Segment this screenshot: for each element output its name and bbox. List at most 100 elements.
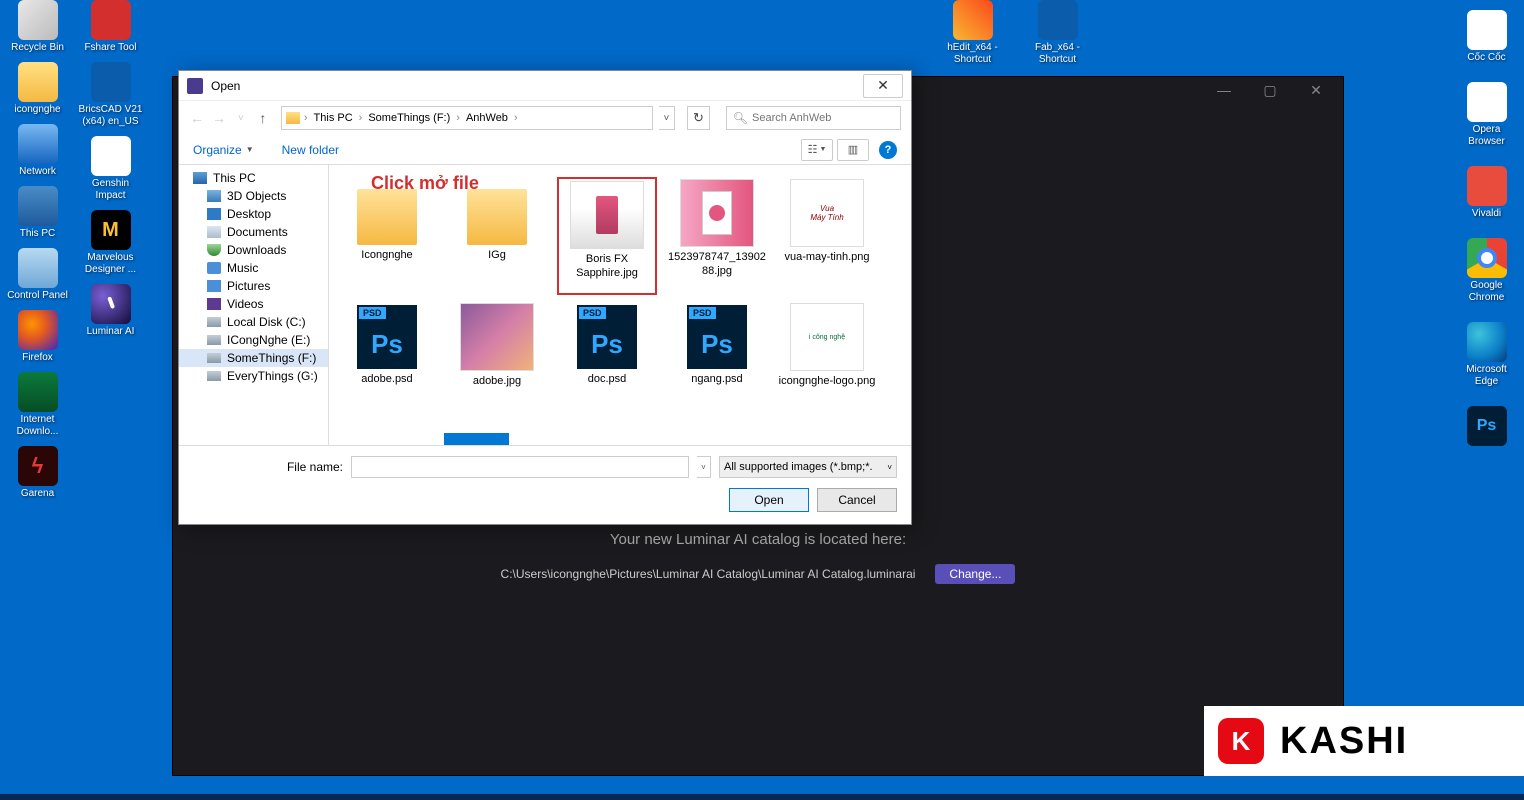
desktop-icon[interactable]: Google Chrome bbox=[1454, 238, 1519, 304]
tree-item[interactable]: 3D Objects bbox=[179, 187, 328, 205]
desktop-icon-label: Marvelous Designer ... bbox=[78, 252, 143, 276]
maximize-button[interactable]: ▢ bbox=[1247, 77, 1293, 103]
folder-tree[interactable]: This PC 3D Objects Desktop Documents Downloa… bbox=[179, 165, 329, 445]
desktop-icon-image bbox=[18, 186, 58, 226]
file-item[interactable]: 1523978747_1390288.jpg bbox=[667, 177, 767, 295]
breadcrumb-item[interactable]: This PC bbox=[312, 110, 355, 126]
tree-item[interactable]: Videos bbox=[179, 295, 328, 313]
file-item[interactable]: adobe.jpg bbox=[447, 301, 547, 419]
file-label: icongnghe-logo.png bbox=[779, 375, 876, 389]
view-mode-button[interactable]: ☷ ▼ bbox=[801, 139, 833, 161]
desktop-icon[interactable]: hEdit_x64 - Shortcut bbox=[940, 0, 1005, 66]
desktop-icon-label: Microsoft Edge bbox=[1454, 364, 1519, 388]
desktop-icon[interactable]: Luminar AI bbox=[78, 284, 143, 338]
tree-item-label: Documents bbox=[227, 225, 288, 239]
file-item[interactable]: Psngang.psd bbox=[667, 301, 767, 419]
tree-item-icon bbox=[207, 226, 221, 238]
desktop-icon[interactable]: Network bbox=[5, 124, 70, 178]
nav-forward-button[interactable]: → bbox=[211, 107, 227, 129]
desktop-icon[interactable]: Fab_x64 - Shortcut bbox=[1025, 0, 1090, 66]
tree-item[interactable]: Desktop bbox=[179, 205, 328, 223]
tree-item[interactable]: Downloads bbox=[179, 241, 328, 259]
desktop-icon[interactable]: Internet Downlo... bbox=[5, 372, 70, 438]
desktop-icon[interactable]: icongnghe bbox=[5, 62, 70, 116]
help-button[interactable]: ? bbox=[879, 141, 897, 159]
tree-item-label: SomeThings (F:) bbox=[227, 351, 316, 365]
desktop-icon[interactable]: This PC bbox=[5, 186, 70, 240]
desktop-icon[interactable]: Recycle Bin bbox=[5, 0, 70, 54]
breadcrumb[interactable]: › This PC › SomeThings (F:) › AnhWeb › bbox=[281, 106, 653, 130]
filename-input[interactable] bbox=[351, 456, 689, 478]
file-item[interactable]: IGg bbox=[447, 177, 547, 295]
tree-item[interactable]: Music bbox=[179, 259, 328, 277]
file-list[interactable]: Click mở file IcongngheIGgBoris FX Sapph… bbox=[329, 165, 911, 445]
dialog-close-button[interactable]: ✕ bbox=[863, 74, 903, 98]
file-label: doc.psd bbox=[588, 373, 627, 387]
desktop-icon[interactable]: Microsoft Edge bbox=[1454, 322, 1519, 388]
tree-item-label: 3D Objects bbox=[227, 189, 286, 203]
breadcrumb-dropdown[interactable]: ˅ bbox=[659, 106, 675, 130]
taskbar bbox=[0, 794, 1524, 800]
tree-item[interactable]: EveryThings (G:) bbox=[179, 367, 328, 385]
file-label: 1523978747_1390288.jpg bbox=[667, 251, 767, 279]
tree-item[interactable]: This PC bbox=[179, 169, 328, 187]
preview-pane-button[interactable]: ▥ bbox=[837, 139, 869, 161]
tree-item-label: This PC bbox=[213, 171, 256, 185]
luminar-catalog-text: Your new Luminar AI catalog is located h… bbox=[610, 531, 906, 548]
change-button[interactable]: Change... bbox=[935, 564, 1015, 584]
close-button[interactable]: ✕ bbox=[1293, 77, 1339, 103]
desktop-icon-image bbox=[18, 62, 58, 102]
tree-item-icon bbox=[207, 298, 221, 310]
filename-history-dropdown[interactable]: ˅ bbox=[697, 456, 711, 478]
tree-item[interactable]: ICongNghe (E:) bbox=[179, 331, 328, 349]
desktop-icon-image bbox=[1467, 322, 1507, 362]
breadcrumb-item[interactable]: SomeThings (F:) bbox=[366, 110, 452, 126]
file-item[interactable]: Boris FX Sapphire.jpg bbox=[557, 177, 657, 295]
search-input[interactable] bbox=[752, 112, 894, 124]
tree-item-label: Desktop bbox=[227, 207, 271, 221]
breadcrumb-item[interactable]: AnhWeb bbox=[464, 110, 510, 126]
file-item[interactable]: Psadobe.psd bbox=[337, 301, 437, 419]
desktop-icon[interactable]: MMarvelous Designer ... bbox=[78, 210, 143, 276]
file-thumbnail bbox=[460, 303, 534, 371]
file-item[interactable]: Icongnghe bbox=[337, 177, 437, 295]
tree-item[interactable]: Pictures bbox=[179, 277, 328, 295]
file-thumbnail: i công nghệ bbox=[790, 303, 864, 371]
search-box[interactable]: 🔍︎ bbox=[726, 106, 901, 130]
desktop-icon[interactable]: Firefox bbox=[5, 310, 70, 364]
desktop-icon[interactable]: Cốc Cốc bbox=[1454, 10, 1519, 64]
desktop-icon[interactable]: ϟGarena bbox=[5, 446, 70, 500]
desktop-icon[interactable]: Opera Browser bbox=[1454, 82, 1519, 148]
nav-history-button[interactable]: ˅ bbox=[233, 107, 249, 129]
desktop-icon[interactable]: Genshin Impact bbox=[78, 136, 143, 202]
file-item[interactable]: VuaMáy Tínhvua-may-tinh.png bbox=[777, 177, 877, 295]
minimize-button[interactable]: — bbox=[1201, 77, 1247, 103]
tree-item[interactable]: SomeThings (F:) bbox=[179, 349, 328, 367]
cancel-button[interactable]: Cancel bbox=[817, 488, 897, 512]
file-thumbnail bbox=[467, 189, 527, 245]
open-button[interactable]: Open bbox=[729, 488, 809, 512]
desktop-icon[interactable]: Control Panel bbox=[5, 248, 70, 302]
tree-item-icon bbox=[193, 172, 207, 184]
new-folder-button[interactable]: New folder bbox=[282, 143, 339, 157]
nav-back-button[interactable]: ← bbox=[189, 107, 205, 129]
tree-item-icon bbox=[207, 190, 221, 202]
desktop-icon[interactable]: Vivaldi bbox=[1454, 166, 1519, 220]
desktop-icon-label: Vivaldi bbox=[1472, 208, 1501, 220]
file-item[interactable]: Psdoc.psd bbox=[557, 301, 657, 419]
desktop-icon-label: This PC bbox=[20, 228, 56, 240]
desktop-icon[interactable]: BricsCAD V21 (x64) en_US bbox=[78, 62, 143, 128]
desktop-icon[interactable]: Fshare Tool bbox=[78, 0, 143, 54]
desktop-icon[interactable]: Ps bbox=[1454, 406, 1519, 448]
tree-item-icon bbox=[207, 353, 221, 363]
file-thumbnail bbox=[680, 179, 754, 247]
organize-menu[interactable]: Organize▼ bbox=[193, 143, 254, 157]
tree-item[interactable]: Local Disk (C:) bbox=[179, 313, 328, 331]
file-item[interactable]: i công nghệ icongnghe-logo.png bbox=[777, 301, 877, 419]
tree-item[interactable]: Documents bbox=[179, 223, 328, 241]
filetype-select[interactable]: All supported images (*.bmp;*.˅ bbox=[719, 456, 897, 478]
open-file-dialog: Open ✕ ← → ˅ ↑ › This PC › SomeThings (F… bbox=[178, 70, 912, 525]
file-thumbnail: VuaMáy Tính bbox=[790, 179, 864, 247]
nav-up-button[interactable]: ↑ bbox=[255, 107, 271, 129]
refresh-button[interactable]: ↻ bbox=[687, 106, 710, 130]
